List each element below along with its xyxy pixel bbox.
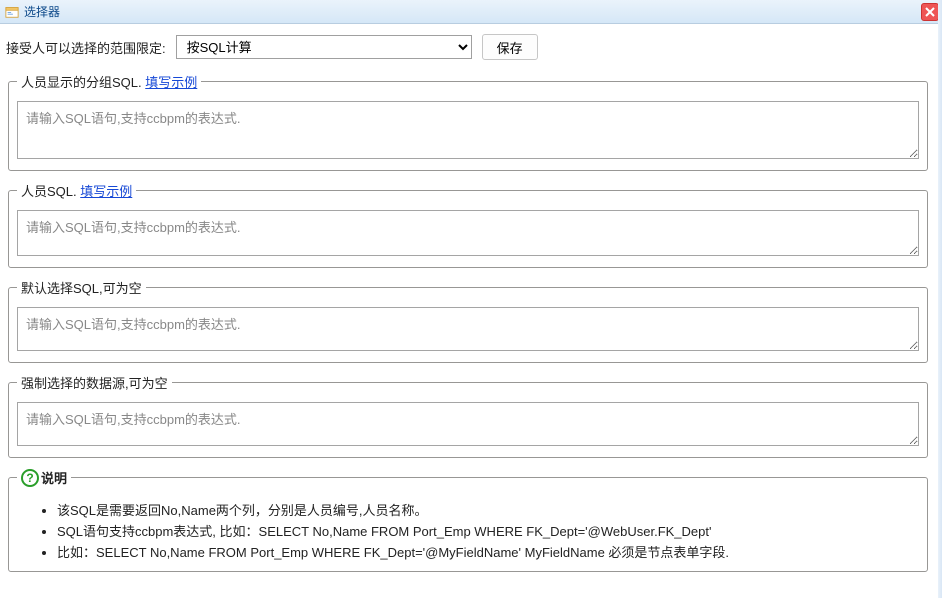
group-sql-legend: 人员显示的分组SQL. 填写示例 bbox=[17, 72, 201, 91]
group-sql-input[interactable] bbox=[17, 101, 919, 159]
list-item: SQL语句支持ccbpm表达式, 比如：SELECT No,Name FROM … bbox=[57, 522, 919, 543]
person-sql-legend: 人员SQL. 填写示例 bbox=[17, 181, 136, 200]
person-sql-input[interactable] bbox=[17, 210, 919, 256]
force-sql-legend: 强制选择的数据源,可为空 bbox=[17, 373, 172, 392]
app-icon bbox=[4, 4, 20, 20]
force-sql-fieldset: 强制选择的数据源,可为空 bbox=[8, 373, 928, 458]
list-item: 比如：SELECT No,Name FROM Port_Emp WHERE FK… bbox=[57, 543, 919, 564]
help-icon: ? bbox=[21, 469, 39, 487]
group-sql-fieldset: 人员显示的分组SQL. 填写示例 bbox=[8, 72, 928, 171]
default-sql-input[interactable] bbox=[17, 307, 919, 351]
default-sql-legend: 默认选择SQL,可为空 bbox=[17, 278, 146, 297]
scope-label: 接受人可以选择的范围限定: bbox=[6, 38, 166, 57]
window-border-right bbox=[938, 0, 942, 598]
save-button[interactable]: 保存 bbox=[482, 34, 538, 60]
top-row: 接受人可以选择的范围限定: 按SQL计算 保存 bbox=[2, 32, 934, 70]
group-sql-example-link[interactable]: 填写示例 bbox=[145, 75, 197, 90]
person-sql-example-link[interactable]: 填写示例 bbox=[80, 184, 132, 199]
scope-select[interactable]: 按SQL计算 bbox=[176, 35, 472, 59]
window-title: 选择器 bbox=[24, 3, 60, 20]
titlebar: 选择器 bbox=[0, 0, 942, 24]
force-sql-input[interactable] bbox=[17, 402, 919, 446]
description-list: 该SQL是需要返回No,Name两个列，分别是人员编号,人员名称。 SQL语句支… bbox=[17, 501, 919, 563]
content-area: 接受人可以选择的范围限定: 按SQL计算 保存 人员显示的分组SQL. 填写示例… bbox=[0, 24, 942, 598]
description-fieldset: ? 说明 该SQL是需要返回No,Name两个列，分别是人员编号,人员名称。 S… bbox=[8, 468, 928, 572]
list-item: 该SQL是需要返回No,Name两个列，分别是人员编号,人员名称。 bbox=[57, 501, 919, 522]
close-button[interactable] bbox=[921, 3, 939, 21]
default-sql-fieldset: 默认选择SQL,可为空 bbox=[8, 278, 928, 363]
person-sql-fieldset: 人员SQL. 填写示例 bbox=[8, 181, 928, 268]
description-legend: ? 说明 bbox=[17, 468, 71, 487]
